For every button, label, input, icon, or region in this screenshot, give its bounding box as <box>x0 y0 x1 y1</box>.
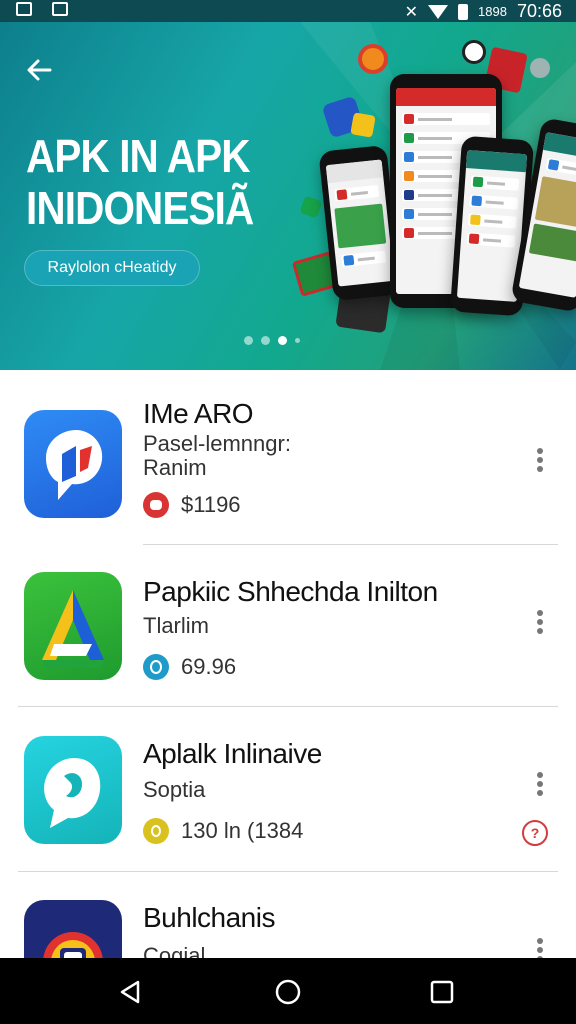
status-right: ✕ 1898 70:66 <box>405 1 562 22</box>
carousel-dots[interactable] <box>244 336 300 345</box>
carousel-dot[interactable] <box>244 336 253 345</box>
system-navigation-bar <box>0 958 576 1024</box>
floating-orange-icon <box>358 44 388 74</box>
app-developer: Tlarlim <box>143 613 209 638</box>
price-badge-icon <box>143 492 169 518</box>
hero-banner[interactable]: APK IN APK INIDONESIÃ Raylolon cHeatidy <box>0 22 576 370</box>
app-price-text: 69.96 <box>181 654 237 679</box>
more-vert-icon[interactable] <box>534 772 546 800</box>
more-vert-icon[interactable] <box>534 610 546 638</box>
app-icon <box>24 736 122 844</box>
phone-screen <box>325 159 395 287</box>
floating-white-icon <box>462 40 486 64</box>
app-price: 69.96 <box>143 654 236 680</box>
back-triangle-icon[interactable] <box>116 978 144 1006</box>
battery-icon <box>458 3 469 20</box>
app-price-text: $1196 <box>181 492 241 517</box>
more-vert-icon[interactable] <box>534 448 546 476</box>
notification-icon <box>16 2 32 16</box>
camera-app-icon <box>43 932 103 958</box>
status-time: 70:66 <box>516 1 562 21</box>
letter-a-logo-icon <box>42 590 104 668</box>
app-price-text: 130 ln (1384 <box>181 818 304 843</box>
chat-bubble-icon <box>46 430 103 500</box>
carousel-dot-active[interactable] <box>278 336 287 345</box>
status-text: 1898 <box>478 4 507 19</box>
app-name: Papkiic Shhechda Inilton <box>143 576 438 607</box>
alert-icon[interactable]: ? <box>522 820 548 846</box>
floating-gray-icon <box>530 58 550 78</box>
list-item[interactable]: Papkiic Shhechda Inilton Tlarlim 69.96 <box>0 532 576 696</box>
wifi-icon <box>428 4 449 19</box>
app-icon <box>24 900 122 958</box>
status-bar: ✕ 1898 70:66 <box>0 0 576 22</box>
hero-title-line-1: APK IN APK <box>26 130 250 182</box>
more-vert-icon[interactable] <box>534 938 546 958</box>
app-name: Buhlchanis <box>143 902 275 933</box>
app-developer: Soptia <box>143 777 206 802</box>
app-icon <box>24 572 122 680</box>
hero-pill-button[interactable]: Raylolon cHeatidy <box>24 250 200 286</box>
carousel-dot[interactable] <box>295 338 300 343</box>
price-badge-icon <box>143 654 169 680</box>
app-category: Ranim <box>143 455 207 480</box>
app-list: IMe ARO Pasel-lemnngr: Ranim $1196 Papki… <box>0 370 576 958</box>
floating-yellow-icon <box>350 112 376 138</box>
chat-bubble-icon <box>44 758 101 828</box>
home-circle-icon[interactable] <box>274 978 302 1006</box>
app-developer: Cogial <box>143 943 206 958</box>
status-left-icons <box>16 2 68 16</box>
hero-title: APK IN APK INIDONESIÃ <box>26 130 281 234</box>
list-item[interactable]: Aplalk Inlinaive Soptia 130 ln (1384 ? <box>0 696 576 860</box>
hero-title-line-2: INIDONESIÃ <box>26 182 254 234</box>
app-price: 130 ln (1384 <box>143 818 303 844</box>
notification-icon-2 <box>52 2 68 16</box>
back-arrow-icon[interactable] <box>22 52 58 88</box>
app-name: Aplalk Inlinaive <box>143 738 322 769</box>
app-price: $1196 <box>143 492 241 518</box>
mute-icon: ✕ <box>404 3 419 21</box>
list-item[interactable]: IMe ARO Pasel-lemnngr: Ranim $1196 <box>0 370 576 534</box>
carousel-dot[interactable] <box>261 336 270 345</box>
recents-square-icon[interactable] <box>428 978 456 1006</box>
list-item[interactable]: Buhlchanis Cogial <box>0 860 576 958</box>
price-badge-icon <box>143 818 169 844</box>
app-icon <box>24 410 122 518</box>
app-name: IMe ARO <box>143 398 254 429</box>
